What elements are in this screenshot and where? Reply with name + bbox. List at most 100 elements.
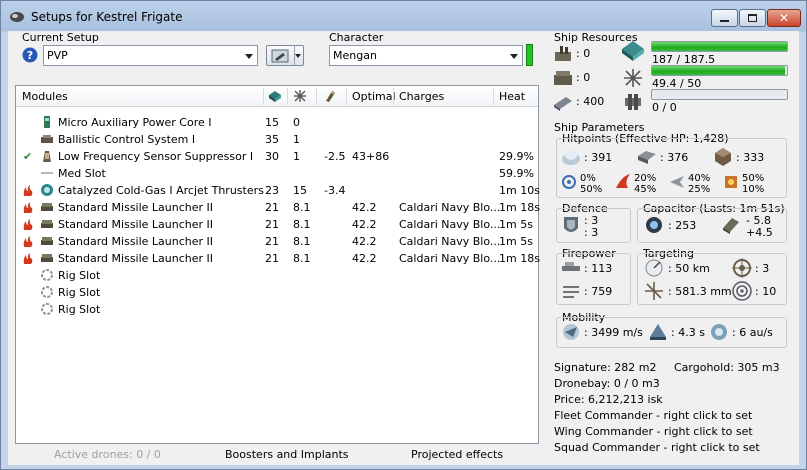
module-cpu: 21	[265, 252, 279, 265]
squad-commander-slot[interactable]: Squad Commander - right click to set	[554, 441, 760, 454]
maximize-button[interactable]	[739, 9, 766, 27]
targeting-range-icon	[645, 259, 663, 277]
character-select-value: Mengan	[333, 49, 377, 62]
modules-panel[interactable]: Modules Optimal Charges Heat Micro Auxil…	[15, 85, 540, 444]
chevron-down-icon	[510, 54, 518, 59]
help-icon[interactable]: ?	[22, 47, 38, 63]
signature-text: Signature: 282 m2	[554, 361, 657, 374]
targeting-range-value: : 50 km	[668, 262, 710, 275]
module-row[interactable]: Ballistic Control System I 35 1	[16, 131, 538, 148]
app-window: Setups for Kestrel Frigate ✕ Current Set…	[0, 0, 807, 470]
header-optimal[interactable]: Optimal	[352, 90, 396, 103]
em-resist-icon	[562, 175, 576, 189]
thermal-resist-icon	[616, 174, 630, 188]
fleet-commander-slot[interactable]: Fleet Commander - right click to set	[554, 409, 752, 422]
module-row[interactable]: Catalyzed Cold-Gas I Arcjet Thrusters 23 1…	[16, 182, 540, 199]
module-powergrid: 1	[293, 133, 300, 146]
active-drones-label[interactable]: Active drones: 0 / 0	[54, 448, 161, 461]
setup-select[interactable]: PVP	[43, 45, 258, 66]
character-select[interactable]: Mengan	[329, 45, 523, 66]
header-charges[interactable]: Charges	[399, 90, 444, 103]
chevron-down-icon	[245, 54, 253, 59]
module-heat: 29.9%	[499, 150, 534, 163]
module-optimal: 42.2	[352, 235, 377, 248]
armor-hp-value: : 376	[660, 151, 689, 164]
overheat-icon[interactable]	[22, 218, 34, 231]
projected-effects-tab[interactable]: Projected effects	[411, 448, 503, 461]
module-row[interactable]: Rig Slot	[16, 267, 538, 284]
thermal-resist-armor: 45%	[634, 184, 657, 195]
module-optimal: 42.2	[352, 201, 377, 214]
active-check-icon[interactable]: ✔	[23, 150, 32, 163]
module-name: Rig Slot	[58, 286, 101, 299]
powergrid-icon	[624, 69, 642, 87]
wing-commander-slot[interactable]: Wing Commander - right click to set	[554, 425, 753, 438]
module-cpu: 15	[265, 116, 279, 129]
overheat-icon[interactable]	[22, 201, 34, 214]
module-row[interactable]: ✔ Low Frequency Sensor Suppressor I 30 1 -2.…	[16, 148, 538, 165]
app-icon	[10, 12, 24, 22]
overheat-icon[interactable]	[22, 235, 34, 248]
velocity-value: : 3499 m/s	[584, 326, 643, 339]
module-powergrid: 8.1	[293, 201, 311, 214]
turret-hardpoints-icon	[555, 46, 571, 61]
header-divider	[493, 88, 494, 105]
header-divider	[346, 88, 347, 105]
module-name: Catalyzed Cold-Gas I Arcjet Thrusters	[58, 184, 264, 197]
boosters-implants-tab[interactable]: Boosters and Implants	[225, 448, 349, 461]
kinetic-resist-shield: 40%	[688, 173, 711, 184]
minimize-button[interactable]	[711, 9, 738, 27]
launcher-hardpoints-icon	[554, 71, 572, 85]
module-row[interactable]: Rig Slot	[16, 301, 538, 318]
wrench-icon	[271, 49, 289, 63]
module-name: Low Frequency Sensor Suppressor I	[58, 150, 254, 163]
module-name: Standard Missile Launcher II	[58, 235, 214, 248]
module-cpu: 21	[265, 218, 279, 231]
current-setup-label: Current Setup	[22, 31, 99, 44]
capacitor-icon[interactable]	[323, 89, 337, 103]
module-charges: Caldari Navy Blo...	[399, 252, 501, 265]
header-heat[interactable]: Heat	[499, 90, 525, 103]
cpu-icon[interactable]	[268, 90, 282, 103]
chevron-down-icon	[295, 54, 301, 58]
dps-icon	[562, 262, 580, 271]
module-cpu: 23	[265, 184, 279, 197]
title-bar[interactable]: Setups for Kestrel Frigate ✕	[1, 1, 806, 31]
drone-bandwidth-icon	[625, 94, 641, 110]
powergrid-icon[interactable]	[293, 89, 307, 103]
module-name: Micro Auxiliary Power Core I	[58, 116, 212, 129]
module-cpu: 35	[265, 133, 279, 146]
cpu-bar-fill	[652, 42, 787, 51]
header-modules[interactable]: Modules	[22, 90, 68, 103]
module-name: Standard Missile Launcher II	[58, 218, 214, 231]
turret-hardpoints-value: : 0	[576, 47, 591, 60]
explosive-resist-icon	[725, 176, 737, 188]
overheat-icon[interactable]	[22, 184, 34, 197]
capacitor-recharge: +4.5	[746, 226, 773, 239]
drone-bandwidth-bar	[651, 89, 788, 100]
module-row[interactable]: Standard Missile Launcher II 21 8.1 42.2 Cal…	[16, 199, 540, 216]
module-row[interactable]: Med Slot 59.9%	[16, 165, 538, 182]
character-status-indicator	[526, 44, 533, 66]
module-row[interactable]: Standard Missile Launcher II 21 8.1 42.2 Cal…	[16, 250, 540, 267]
window-title: Setups for Kestrel Frigate	[31, 10, 183, 24]
module-row[interactable]: Micro Auxiliary Power Core I 15 0	[16, 114, 538, 131]
shield-icon	[562, 150, 580, 165]
module-row[interactable]: Rig Slot	[16, 284, 538, 301]
close-button[interactable]: ✕	[767, 9, 801, 27]
capacitor-recharge-icon	[723, 218, 739, 234]
max-targets-icon	[732, 258, 752, 278]
header-divider	[287, 88, 288, 105]
module-row[interactable]: Standard Missile Launcher II 21 8.1 42.2 Cal…	[16, 233, 538, 250]
module-row[interactable]: Standard Missile Launcher II 21 8.1 42.2 Cal…	[16, 216, 538, 233]
kinetic-resist-icon	[670, 176, 684, 188]
character-label: Character	[329, 31, 384, 44]
overheat-icon[interactable]	[22, 252, 34, 265]
module-powergrid: 1	[293, 150, 300, 163]
header-divider	[316, 88, 317, 105]
em-resist-armor: 50%	[580, 184, 603, 195]
setup-tools-button[interactable]	[266, 45, 304, 66]
thermal-resist-shield: 20%	[634, 173, 657, 184]
hull-hp-value: : 333	[736, 151, 765, 164]
module-powergrid: 0	[293, 116, 300, 129]
